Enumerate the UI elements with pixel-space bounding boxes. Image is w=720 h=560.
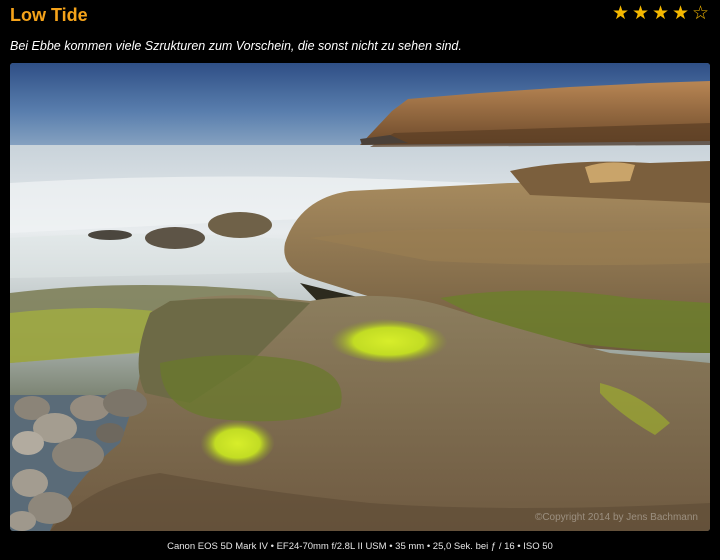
star-rating[interactable]: ★ ★ ★ ★ ☆ bbox=[611, 2, 710, 24]
exif-info: Canon EOS 5D Mark IV • EF24-70mm f/2.8L … bbox=[167, 541, 553, 552]
photo-watermark: ©Copyright 2014 by Jens Bachmann bbox=[534, 512, 698, 523]
photo[interactable]: ©Copyright 2014 by Jens Bachmann bbox=[10, 63, 710, 531]
star-filled-icon[interactable]: ★ bbox=[631, 2, 650, 24]
star-filled-icon[interactable]: ★ bbox=[611, 2, 630, 24]
photo-caption: Bei Ebbe kommen viele Szrukturen zum Vor… bbox=[10, 39, 462, 53]
header-bar: Low Tide ★ ★ ★ ★ ☆ bbox=[0, 0, 720, 30]
landscape-photo bbox=[10, 63, 710, 531]
page-title: Low Tide bbox=[10, 5, 88, 25]
star-outline-icon[interactable]: ☆ bbox=[691, 2, 710, 24]
star-filled-icon[interactable]: ★ bbox=[651, 2, 670, 24]
star-filled-icon[interactable]: ★ bbox=[671, 2, 690, 24]
